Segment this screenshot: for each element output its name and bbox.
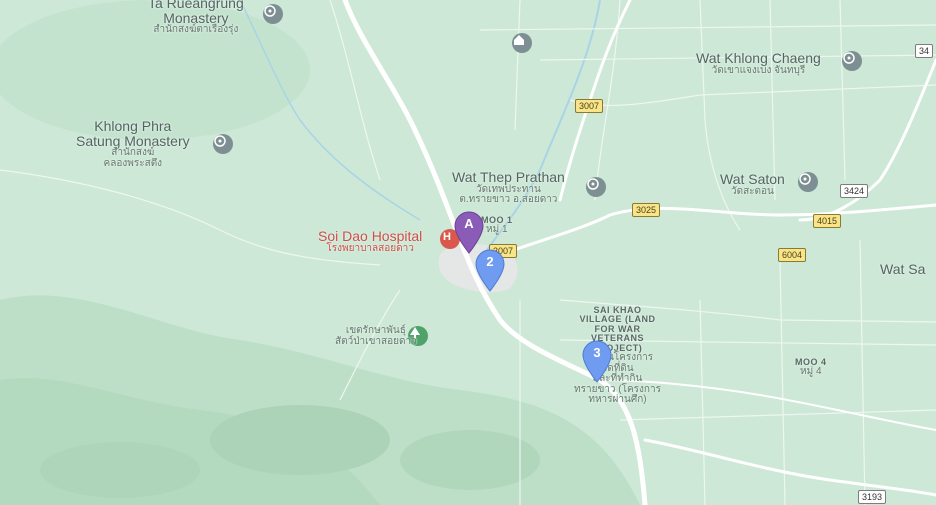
svg-text:H: H xyxy=(443,231,451,243)
marker-2[interactable]: 2 xyxy=(474,248,506,292)
label-wat-saton-en: Wat Saton xyxy=(720,171,785,187)
label-wat-saton[interactable]: Wat Saton วัดสะตอน xyxy=(720,172,785,197)
label-khlong-phra-th2: คลองพระสตึง xyxy=(103,157,163,169)
label-wildlife-th2: สัตว์ป่าเขาสอยดาว xyxy=(335,335,417,347)
monastery-icon[interactable] xyxy=(798,172,818,192)
label-wat-thep-prathan[interactable]: Wat Thep Prathan วัดเทพประทาน ต.ทรายขาว … xyxy=(452,170,565,206)
label-wildlife-sanctuary[interactable]: เขตรักษาพันธุ์ สัตว์ป่าเขาสอยดาว xyxy=(335,325,417,347)
monastery-icon[interactable] xyxy=(213,134,233,154)
label-khlong-phra-en: Khlong Phra xyxy=(94,118,172,134)
route-shield-4015: 4015 xyxy=(813,214,842,228)
route-shield-3193: 3193 xyxy=(858,490,887,504)
marker-2-label: 2 xyxy=(486,254,494,269)
label-wat-sa[interactable]: Wat Sa xyxy=(880,262,925,277)
route-shield-34: 34 xyxy=(915,44,934,58)
label-ta-rueangrung[interactable]: Ta Rueangrung Monastery สำนักสงฆ์ตาเรือง… xyxy=(148,0,244,36)
temple-icon[interactable] xyxy=(512,33,532,53)
monastery-icon[interactable] xyxy=(586,177,606,197)
label-wat-khlong-chaeng[interactable]: Wat Khlong Chaeng วัดเขาแจงเบง จันทบุรี xyxy=(696,51,821,76)
label-sai-khao-th5: ทหารผ่านศึก) xyxy=(588,394,647,406)
marker-3[interactable]: 3 xyxy=(581,339,613,383)
marker-3-label: 3 xyxy=(593,345,601,360)
label-soi-dao-hospital-en: Soi Dao Hospital xyxy=(318,228,423,244)
label-wildlife-th: เขตรักษาพันธุ์ xyxy=(345,325,406,336)
marker-a-label: A xyxy=(464,216,474,231)
label-moo-1[interactable]: MOO 1 หมู่ 1 xyxy=(481,215,513,236)
route-shield-3025: 3025 xyxy=(632,203,661,217)
label-moo-4[interactable]: MOO 4 หมู่ 4 xyxy=(795,357,827,378)
label-wat-sa-en: Wat Sa xyxy=(880,261,926,277)
route-shield-3007-north: 3007 xyxy=(575,99,604,113)
monastery-icon[interactable] xyxy=(842,51,862,71)
route-shield-3424: 3424 xyxy=(840,184,869,198)
label-soi-dao-hospital[interactable]: Soi Dao Hospital โรงพยาบาลสอยดาว xyxy=(318,229,422,254)
route-shield-6004: 6004 xyxy=(778,248,807,262)
label-moo-1-th: หมู่ 1 xyxy=(485,224,508,236)
label-wat-saton-th: วัดสะตอน xyxy=(730,185,774,197)
label-wat-thep-prathan-en: Wat Thep Prathan xyxy=(452,169,565,185)
monastery-icon[interactable] xyxy=(263,4,283,24)
label-khlong-phra[interactable]: Khlong Phra Satung Monastery สำนักสงฆ์ ค… xyxy=(76,119,190,169)
label-wat-khlong-chaeng-th: วัดเขาแจงเบง จันทบุรี xyxy=(711,64,806,76)
label-soi-dao-hospital-th: โรงพยาบาลสอยดาว xyxy=(326,242,414,254)
label-wat-thep-prathan-th2: ต.ทรายขาว อ.สอยดาว xyxy=(459,194,558,206)
label-ta-rueangrung-th: สำนักสงฆ์ตาเรืองรุ่ง xyxy=(153,24,239,36)
label-moo-4-th: หมู่ 4 xyxy=(799,366,822,378)
map-view[interactable]: H Ta Rueangrung Monastery สำนักสงฆ์ตาเรื… xyxy=(0,0,936,505)
label-wat-khlong-chaeng-en: Wat Khlong Chaeng xyxy=(696,50,821,66)
